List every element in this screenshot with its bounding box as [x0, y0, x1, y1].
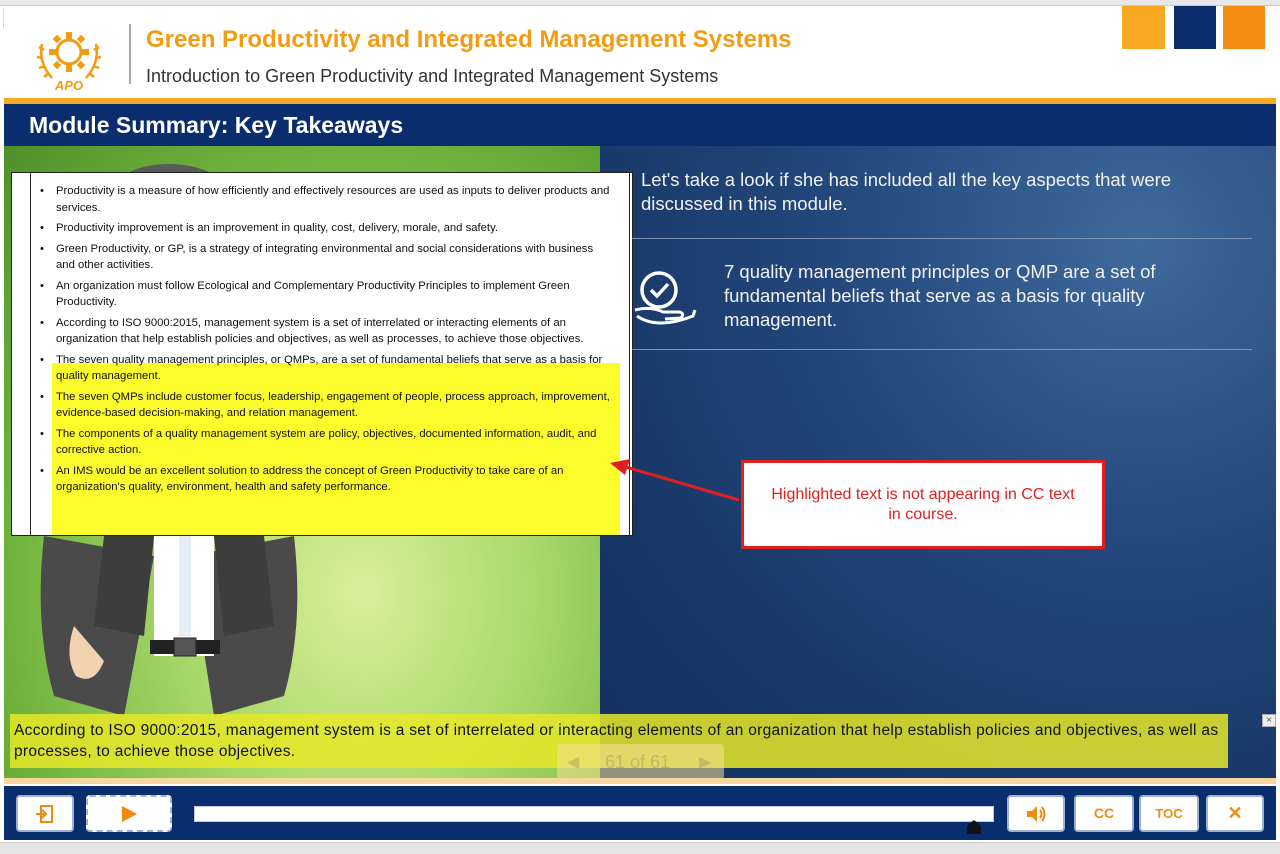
- annotation-text: Highlighted text is not appearing in CC …: [771, 486, 1075, 523]
- list-item: • The components of a quality management …: [40, 427, 597, 457]
- separator-bottom: [632, 349, 1252, 350]
- course-subtitle: Introduction to Green Productivity and I…: [146, 66, 719, 86]
- list-item: • Productivity is a measure of how effici…: [40, 185, 610, 214]
- stage-bottom-rule: [4, 778, 1276, 784]
- slide-counter: 61 of 61: [605, 752, 671, 772]
- header-accent-square-navy: [1174, 6, 1216, 49]
- seek-bar[interactable]: [194, 806, 994, 822]
- play-button[interactable]: [86, 795, 172, 832]
- volume-button[interactable]: [1007, 795, 1065, 832]
- header-accent-square-dark-orange: [1223, 6, 1265, 49]
- slide-stage: • Productivity is a measure of how effici…: [4, 146, 1276, 784]
- hand-check-icon: [634, 271, 697, 325]
- svg-text:APO: APO: [54, 78, 83, 92]
- closed-caption-button[interactable]: CC: [1074, 795, 1134, 832]
- browser-status-strip: [0, 842, 1280, 854]
- list-item: • The seven quality management principles…: [40, 353, 603, 383]
- qmp-statement: 7 quality management principles or QMP a…: [724, 261, 1156, 330]
- list-item: • An IMS would be an excellent solution t…: [40, 464, 564, 494]
- close-button[interactable]: ✕: [1206, 795, 1264, 832]
- course-header: APO Green Productivity and Integrated Ma…: [4, 6, 1276, 98]
- exit-button[interactable]: [16, 795, 74, 832]
- review-annotation-box: Highlighted text is not appearing in CC …: [741, 460, 1105, 549]
- list-item: • An organization must follow Ecological …: [40, 279, 570, 309]
- course-title: Green Productivity and Integrated Manage…: [146, 26, 792, 53]
- list-item: • Green Productivity, or GP, is a strateg…: [40, 242, 594, 272]
- play-icon: [122, 806, 137, 822]
- slide-pager: ◀ 61 of 61 ▶: [557, 744, 724, 780]
- apo-logo-icon: APO: [36, 32, 102, 92]
- caption-close-button[interactable]: ×: [1262, 714, 1276, 727]
- player-control-bar: CC TOC ✕: [4, 786, 1276, 840]
- header-accent-square-orange: [1122, 6, 1165, 49]
- separator-top: [632, 238, 1252, 239]
- list-item: • The seven QMPs include customer focus, …: [40, 390, 610, 420]
- exit-icon: [36, 805, 53, 823]
- pager-prev-button[interactable]: ◀: [567, 752, 579, 772]
- volume-icon: [1027, 806, 1046, 822]
- seek-bar-fill: [195, 807, 975, 821]
- list-item: • Productivity improvement is an improvem…: [40, 222, 499, 234]
- intro-text: Let's take a look if she has included al…: [641, 169, 1172, 214]
- pager-next-button[interactable]: ▶: [699, 752, 711, 772]
- screen: » APO Gre: [0, 0, 1280, 854]
- table-of-contents-button[interactable]: TOC: [1139, 795, 1199, 832]
- list-item: • According to ISO 9000:2015, management …: [40, 316, 584, 346]
- module-title-bar: Module Summary: Key Takeaways: [4, 104, 1276, 146]
- header-divider: [129, 24, 131, 84]
- takeaways-list: • Productivity is a measure of how effici…: [34, 183, 612, 500]
- takeaways-document: • Productivity is a measure of how effici…: [11, 172, 633, 536]
- seek-handle[interactable]: [967, 820, 981, 834]
- annotation-arrow: [610, 459, 740, 502]
- module-title: Module Summary: Key Takeaways: [29, 112, 404, 138]
